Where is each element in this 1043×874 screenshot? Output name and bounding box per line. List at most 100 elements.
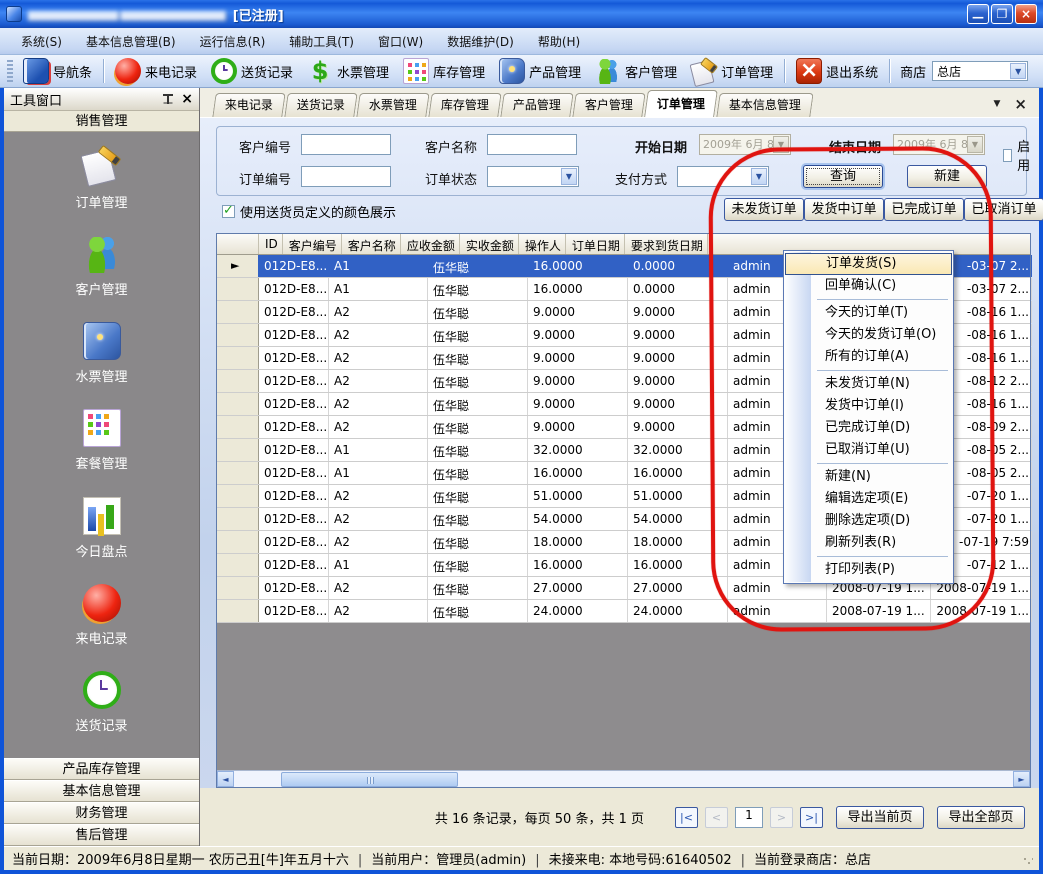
customer-name-input[interactable] bbox=[487, 134, 577, 155]
tab[interactable]: 产品管理 bbox=[500, 93, 573, 117]
context-menu-item[interactable]: 编辑选定项(E) bbox=[785, 488, 952, 510]
context-menu-item[interactable]: 删除选定项(D) bbox=[785, 510, 952, 532]
scrollbar-thumb[interactable] bbox=[281, 772, 458, 787]
toolbar-item-navigator[interactable]: 导航条 bbox=[16, 56, 99, 86]
pay-method-select[interactable]: ▼ bbox=[677, 166, 769, 187]
tab-list-chevron-icon[interactable]: ▼ bbox=[994, 99, 1001, 109]
tab[interactable]: 送货记录 bbox=[284, 93, 357, 117]
page-number-input[interactable]: 1 bbox=[735, 807, 763, 828]
prev-page-button[interactable]: < bbox=[705, 807, 728, 828]
context-menu-item[interactable]: 刷新列表(R) bbox=[785, 532, 952, 554]
column-header[interactable]: 订单日期 bbox=[566, 234, 625, 254]
scroll-right-icon[interactable]: ► bbox=[1013, 771, 1030, 787]
column-header[interactable]: 实收金额 bbox=[460, 234, 519, 254]
toolbar-item[interactable]: 送货记录 bbox=[204, 56, 300, 86]
tab[interactable]: 库存管理 bbox=[428, 93, 501, 117]
context-menu-item[interactable]: 新建(N) bbox=[785, 466, 952, 488]
sidebar-group-button[interactable]: 基本信息管理 bbox=[4, 780, 199, 802]
order-no-input[interactable] bbox=[301, 166, 391, 187]
first-page-button[interactable]: |< bbox=[675, 807, 698, 828]
sidebar-item[interactable]: 客户管理 bbox=[4, 235, 199, 322]
tab[interactable]: 基本信息管理 bbox=[716, 93, 813, 117]
sidebar-group-button[interactable]: 售后管理 bbox=[4, 824, 199, 846]
shop-select[interactable]: 总店 ▼ bbox=[932, 61, 1028, 81]
scroll-left-icon[interactable]: ◄ bbox=[217, 771, 234, 787]
checkbox-icon[interactable] bbox=[1003, 149, 1012, 162]
tab[interactable]: 水票管理 bbox=[356, 93, 429, 117]
sidebar-group-sales[interactable]: 销售管理 bbox=[4, 111, 199, 132]
menu-item[interactable]: 辅助工具(T) bbox=[278, 29, 365, 54]
minimize-button[interactable]: — bbox=[967, 4, 989, 24]
column-header[interactable]: 客户编号 bbox=[283, 234, 342, 254]
toolbar-item[interactable]: 客户管理 bbox=[588, 56, 684, 86]
tab[interactable]: 客户管理 bbox=[572, 93, 645, 117]
sidebar-item[interactable]: 订单管理 bbox=[4, 148, 199, 235]
context-menu-item[interactable]: 未发货订单(N) bbox=[785, 373, 952, 395]
sidebar-group-button[interactable]: 产品库存管理 bbox=[4, 758, 199, 780]
order-status-select[interactable]: ▼ bbox=[487, 166, 579, 187]
horizontal-scrollbar[interactable]: ◄ ► bbox=[217, 770, 1030, 787]
sidebar-item[interactable]: 套餐管理 bbox=[4, 409, 199, 496]
sidebar-item[interactable]: 今日盘点 bbox=[4, 497, 199, 584]
sidebar-item[interactable]: 送货记录 bbox=[4, 671, 199, 758]
last-page-button[interactable]: >| bbox=[800, 807, 823, 828]
menu-item[interactable]: 系统(S) bbox=[10, 29, 73, 54]
status-filter-button[interactable]: 已取消订单 bbox=[964, 198, 1043, 221]
pin-icon[interactable] bbox=[163, 94, 173, 105]
checkbox-checked-icon[interactable] bbox=[222, 205, 235, 218]
status-filter-button[interactable]: 发货中订单 bbox=[804, 198, 884, 221]
table-row[interactable]: 012D-E8... A2 伍华聪 24.0000 24.0000 admin … bbox=[217, 600, 1030, 623]
toolbar-item-exit[interactable]: 退出系统 bbox=[789, 56, 885, 86]
query-button[interactable]: 查询 bbox=[803, 165, 883, 188]
toolbar-item[interactable]: 水票管理 bbox=[300, 56, 396, 86]
column-header[interactable]: 应收金额 bbox=[401, 234, 460, 254]
start-date-picker[interactable]: 2009年 6月 8日▼ bbox=[699, 134, 791, 155]
status-filter-button[interactable]: 未发货订单 bbox=[724, 198, 804, 221]
context-menu-item[interactable]: 今天的发货订单(O) bbox=[785, 324, 952, 346]
chevron-down-icon[interactable]: ▼ bbox=[751, 168, 767, 185]
context-menu-item[interactable]: 打印列表(P) bbox=[785, 559, 952, 581]
context-menu-item[interactable]: 今天的订单(T) bbox=[785, 302, 952, 324]
close-button[interactable]: × bbox=[1015, 4, 1037, 24]
enable-date-filter-checkbox[interactable]: 启用 bbox=[1003, 136, 1034, 174]
tab[interactable]: 订单管理 bbox=[644, 90, 718, 117]
chevron-down-icon[interactable]: ▼ bbox=[967, 136, 983, 153]
sidebar-group-button[interactable]: 财务管理 bbox=[4, 802, 199, 824]
chevron-down-icon[interactable]: ▼ bbox=[1010, 63, 1026, 79]
context-menu-item[interactable]: 所有的订单(A) bbox=[785, 346, 952, 368]
sidebar-item[interactable]: 水票管理 bbox=[4, 322, 199, 409]
new-button[interactable]: 新建 bbox=[907, 165, 987, 188]
resize-grip[interactable] bbox=[1023, 857, 1033, 867]
maximize-button[interactable]: ❐ bbox=[991, 4, 1013, 24]
status-filter-button[interactable]: 已完成订单 bbox=[884, 198, 964, 221]
driver-color-checkbox[interactable]: 使用送货员定义的颜色展示 bbox=[222, 202, 396, 221]
sidebar-item[interactable]: 来电记录 bbox=[4, 584, 199, 671]
end-date-picker[interactable]: 2009年 6月 8日▼ bbox=[893, 134, 985, 155]
menu-item[interactable]: 窗口(W) bbox=[367, 29, 434, 54]
toolbar-item[interactable]: 产品管理 bbox=[492, 56, 588, 86]
menu-item[interactable]: 帮助(H) bbox=[527, 29, 591, 54]
context-menu-item[interactable]: 发货中订单(I) bbox=[785, 395, 952, 417]
chevron-down-icon[interactable]: ▼ bbox=[561, 168, 577, 185]
toolbar-item[interactable]: 来电记录 bbox=[108, 56, 204, 86]
menu-item[interactable]: 数据维护(D) bbox=[436, 29, 525, 54]
column-header[interactable]: 要求到货日期 bbox=[625, 234, 708, 254]
tab-close-icon[interactable]: × bbox=[1014, 99, 1027, 109]
context-menu-item[interactable]: 订单发货(S) bbox=[785, 253, 952, 275]
export-all-pages-button[interactable]: 导出全部页 bbox=[937, 806, 1025, 829]
column-header[interactable]: 客户名称 bbox=[342, 234, 401, 254]
customer-no-input[interactable] bbox=[301, 134, 391, 155]
column-header[interactable]: ID bbox=[259, 234, 283, 254]
toolbar-item[interactable]: 订单管理 bbox=[684, 56, 780, 86]
context-menu-item[interactable]: 已完成订单(D) bbox=[785, 417, 952, 439]
close-icon[interactable]: × bbox=[181, 94, 193, 104]
next-page-button[interactable]: > bbox=[770, 807, 793, 828]
chevron-down-icon[interactable]: ▼ bbox=[773, 136, 789, 153]
menu-item[interactable]: 基本信息管理(B) bbox=[75, 29, 187, 54]
menu-item[interactable]: 运行信息(R) bbox=[189, 29, 277, 54]
context-menu-item[interactable]: 回单确认(C) bbox=[785, 275, 952, 297]
tab[interactable]: 来电记录 bbox=[212, 93, 285, 117]
context-menu-item[interactable]: 已取消订单(U) bbox=[785, 439, 952, 461]
toolbar-item[interactable]: 库存管理 bbox=[396, 56, 492, 86]
export-current-page-button[interactable]: 导出当前页 bbox=[836, 806, 924, 829]
